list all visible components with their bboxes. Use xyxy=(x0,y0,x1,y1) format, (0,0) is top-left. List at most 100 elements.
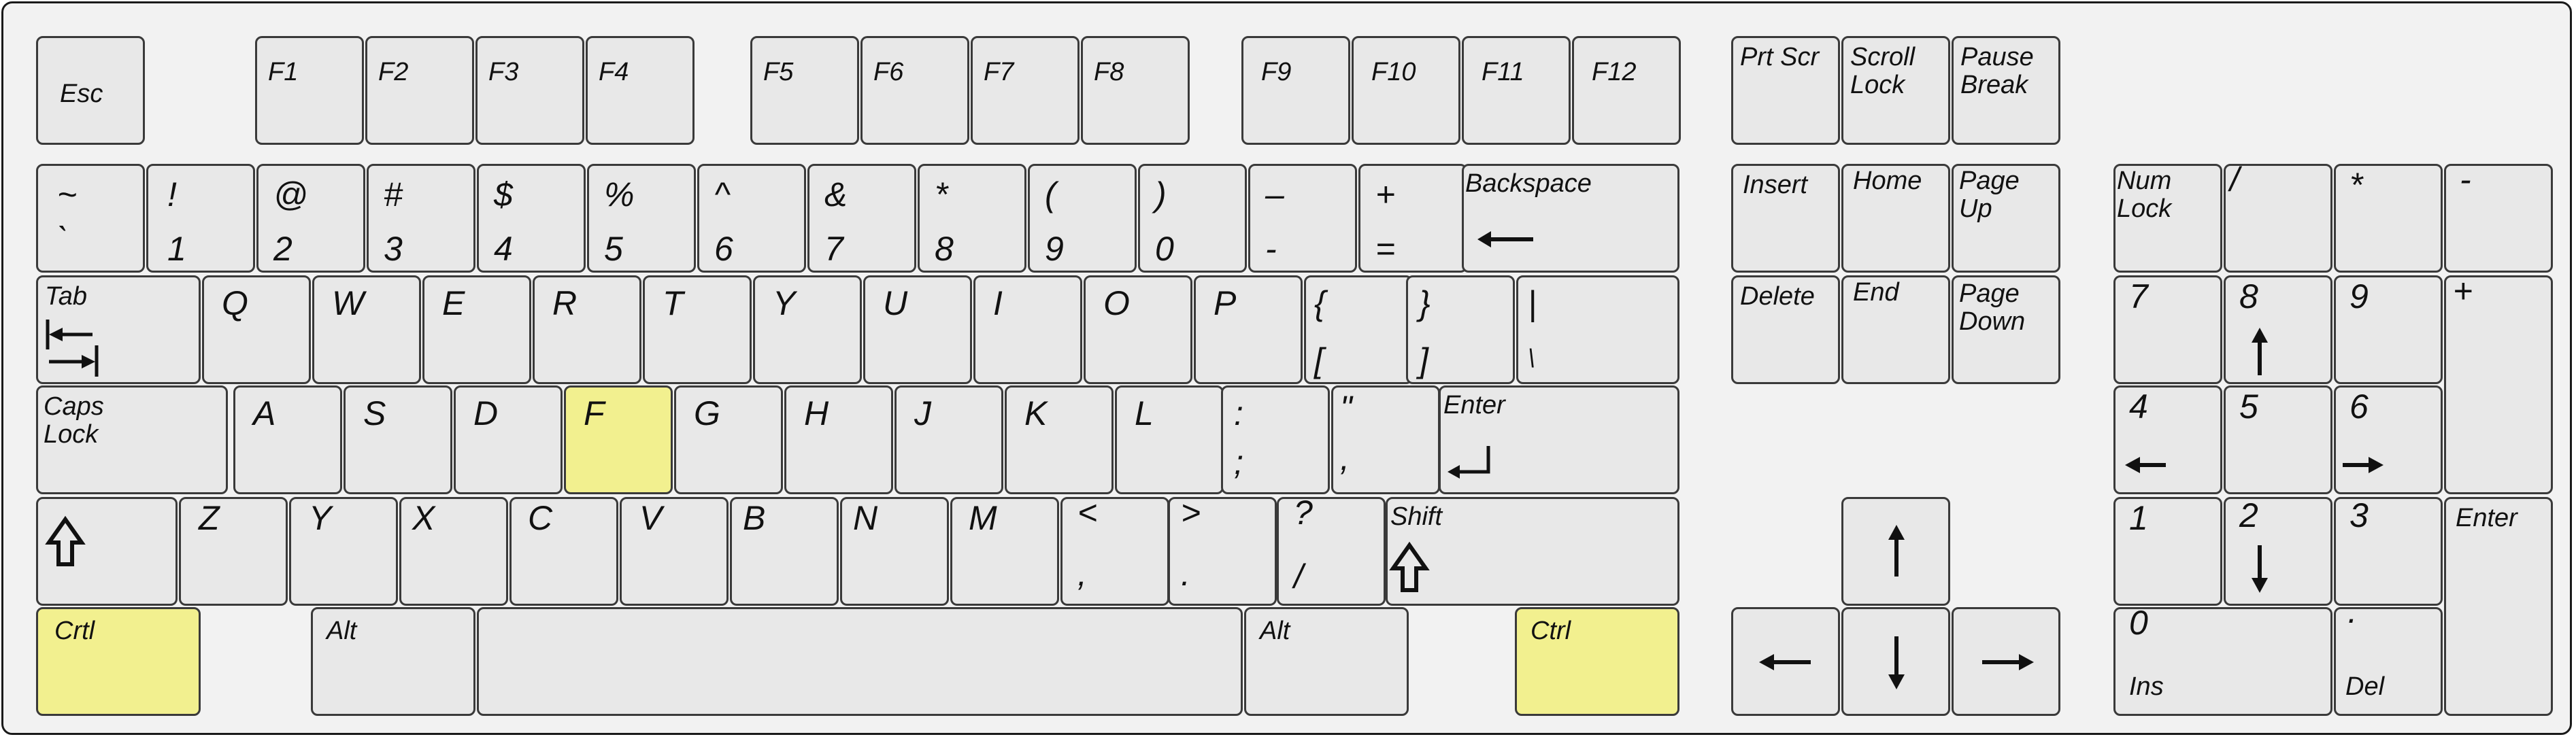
key-ctrl-left[interactable]: Crtl xyxy=(36,607,201,716)
key-7[interactable]: & 7 xyxy=(807,164,916,273)
key-scrolllock[interactable]: Scroll Lock xyxy=(1841,36,1950,145)
key-numpad-3[interactable]: 3 xyxy=(2334,497,2443,606)
key-2[interactable]: @ 2 xyxy=(256,164,365,273)
key-equals[interactable]: + = xyxy=(1358,164,1467,273)
key-right-brace[interactable]: } ] xyxy=(1406,275,1515,384)
key-3[interactable]: # 3 xyxy=(367,164,475,273)
key-w[interactable]: W xyxy=(312,275,421,384)
key-numlock[interactable]: Num Lock xyxy=(2113,164,2222,273)
key-f2[interactable]: F2 xyxy=(365,36,474,145)
key-colon[interactable]: : ; xyxy=(1221,385,1330,494)
key-numpad-star[interactable]: * xyxy=(2334,164,2443,273)
key-y2[interactable]: Y xyxy=(289,497,398,606)
key-g[interactable]: G xyxy=(674,385,783,494)
key-k[interactable]: K xyxy=(1005,385,1114,494)
key-z[interactable]: Z xyxy=(179,497,288,606)
key-shift-left[interactable] xyxy=(36,497,178,606)
key-backspace[interactable]: Backspace xyxy=(1462,164,1679,273)
key-arrow-down[interactable] xyxy=(1841,607,1950,716)
key-space[interactable] xyxy=(477,607,1243,716)
key-v[interactable]: V xyxy=(620,497,729,606)
key-numpad-0[interactable]: 0 Ins xyxy=(2113,606,2332,716)
key-numpad-2[interactable]: 2 xyxy=(2224,497,2332,606)
key-l[interactable]: L xyxy=(1115,385,1224,494)
key-left-brace[interactable]: { [ xyxy=(1304,275,1413,384)
key-alt-left[interactable]: Alt xyxy=(311,607,475,716)
key-f9[interactable]: F9 xyxy=(1241,36,1350,145)
key-m[interactable]: M xyxy=(950,497,1059,606)
key-period[interactable]: > . xyxy=(1168,496,1277,606)
key-insert[interactable]: Insert xyxy=(1731,164,1840,273)
key-esc[interactable]: Esc xyxy=(36,36,145,145)
key-numpad-6[interactable]: 6 xyxy=(2334,385,2443,494)
key-f4[interactable]: F4 xyxy=(586,36,695,145)
key-e[interactable]: E xyxy=(422,275,531,384)
key-8[interactable]: * 8 xyxy=(918,164,1026,273)
key-prtscr[interactable]: Prt Scr xyxy=(1731,36,1840,145)
key-numpad-1[interactable]: 1 xyxy=(2113,497,2222,606)
key-x[interactable]: X xyxy=(399,497,508,606)
key-numpad-5[interactable]: 5 xyxy=(2224,385,2332,494)
key-f3[interactable]: F3 xyxy=(475,36,584,145)
key-5[interactable]: % 5 xyxy=(587,164,696,273)
key-f5[interactable]: F5 xyxy=(750,36,859,145)
key-pausebreak[interactable]: Pause Break xyxy=(1952,36,2060,145)
key-pagedown[interactable]: Page Down xyxy=(1952,275,2060,384)
key-f7[interactable]: F7 xyxy=(971,36,1080,145)
key-arrow-right[interactable] xyxy=(1952,607,2060,716)
key-ctrl-right[interactable]: Ctrl xyxy=(1515,607,1679,716)
key-p[interactable]: P xyxy=(1194,275,1303,384)
key-y[interactable]: Y xyxy=(753,275,862,384)
key-pipe[interactable]: | \ xyxy=(1516,275,1679,384)
key-numpad-plus[interactable]: + xyxy=(2444,274,2553,494)
key-numpad-9[interactable]: 9 xyxy=(2334,275,2443,384)
key-f10[interactable]: F10 xyxy=(1352,36,1460,145)
key-f[interactable]: F xyxy=(564,385,673,494)
key-o[interactable]: O xyxy=(1084,275,1192,384)
key-n[interactable]: N xyxy=(840,497,949,606)
key-numpad-7[interactable]: 7 xyxy=(2113,275,2222,384)
key-i[interactable]: I xyxy=(973,275,1082,384)
key-j[interactable]: J xyxy=(894,385,1003,494)
key-0[interactable]: ) 0 xyxy=(1138,164,1247,273)
key-tab[interactable]: Tab xyxy=(36,275,201,384)
key-quote[interactable]: " , xyxy=(1331,385,1440,494)
key-s[interactable]: S xyxy=(344,385,452,494)
key-t[interactable]: T xyxy=(643,275,752,384)
key-f1[interactable]: F1 xyxy=(255,36,364,145)
key-f12[interactable]: F12 xyxy=(1572,36,1681,145)
key-arrow-left[interactable] xyxy=(1731,607,1840,716)
key-numpad-4[interactable]: 4 xyxy=(2113,385,2222,494)
key-tilde[interactable]: ~ ` xyxy=(36,164,145,273)
key-delete[interactable]: Delete xyxy=(1731,275,1840,384)
key-r[interactable]: R xyxy=(533,275,641,384)
key-9[interactable]: ( 9 xyxy=(1028,164,1137,273)
key-capslock[interactable]: Caps Lock xyxy=(36,385,228,494)
key-numpad-slash[interactable]: / xyxy=(2224,162,2332,273)
key-d[interactable]: D xyxy=(454,385,563,494)
key-u[interactable]: U xyxy=(863,275,972,384)
key-end[interactable]: End xyxy=(1841,275,1950,384)
key-f11[interactable]: F11 xyxy=(1462,36,1571,145)
key-4[interactable]: $ 4 xyxy=(477,164,586,273)
key-pageup[interactable]: Page Up xyxy=(1952,164,2060,273)
key-h[interactable]: H xyxy=(784,385,893,494)
key-enter[interactable]: Enter xyxy=(1439,385,1679,494)
key-arrow-up[interactable] xyxy=(1841,497,1950,606)
key-comma[interactable]: < , xyxy=(1060,496,1169,606)
key-minus[interactable]: – - xyxy=(1248,164,1357,273)
key-slash[interactable]: ? / xyxy=(1277,496,1386,606)
key-f8[interactable]: F8 xyxy=(1081,36,1190,145)
key-c[interactable]: C xyxy=(509,497,618,606)
key-numpad-8[interactable]: 8 xyxy=(2224,275,2332,384)
key-shift-right[interactable]: Shift xyxy=(1386,497,1679,606)
key-b[interactable]: B xyxy=(730,497,839,606)
key-1[interactable]: ! 1 xyxy=(146,164,255,273)
key-alt-right[interactable]: Alt xyxy=(1244,607,1409,716)
key-numpad-minus[interactable]: - xyxy=(2444,162,2553,273)
key-numpad-dot[interactable]: · Del xyxy=(2334,602,2443,716)
key-f6[interactable]: F6 xyxy=(860,36,969,145)
key-q[interactable]: Q xyxy=(202,275,311,384)
key-a[interactable]: A xyxy=(233,385,342,494)
key-numpad-enter[interactable]: Enter xyxy=(2444,497,2553,716)
